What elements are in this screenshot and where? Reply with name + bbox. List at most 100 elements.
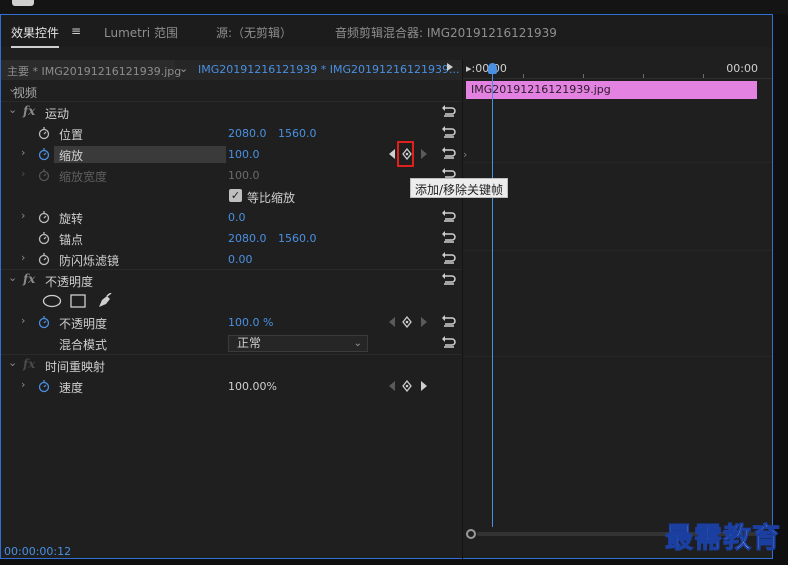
property-anchor-label: 锚点	[59, 233, 84, 247]
property-opacity: › 不透明度 100.0 %	[1, 312, 462, 333]
timeline-row-line	[463, 162, 772, 163]
play-icon[interactable]	[447, 63, 453, 71]
current-timecode[interactable]: 00:00:00:12	[4, 545, 71, 558]
reset-icon[interactable]	[442, 209, 456, 223]
keyframe-tooltip: 添加/移除关键帧	[410, 178, 509, 198]
position-x-value[interactable]: 2080.0	[228, 127, 267, 140]
collapse-icon[interactable]: ⌄	[8, 271, 17, 284]
reset-icon[interactable]	[442, 335, 456, 349]
property-opacity-label: 不透明度	[59, 317, 108, 331]
property-list: ⌄ 视频 ⌄ fx 运动 位置 2080.0 1560.0 › 缩放 100.0	[1, 81, 462, 559]
reset-icon[interactable]	[442, 104, 456, 118]
expand-icon[interactable]: ›	[21, 251, 25, 264]
playhead-handle[interactable]	[488, 63, 497, 74]
timeline-clip[interactable]: IMG20191216121939.jpg	[466, 81, 757, 99]
collapse-icon[interactable]: ⌄	[8, 103, 17, 116]
prev-keyframe-icon[interactable]	[388, 380, 396, 392]
stopwatch-icon[interactable]	[38, 210, 50, 224]
expand-icon[interactable]: ›	[21, 209, 25, 222]
ellipse-mask-icon[interactable]	[42, 294, 62, 308]
add-keyframe-icon[interactable]	[402, 316, 412, 328]
ruler-tick	[523, 74, 524, 78]
uniform-scale-checkbox[interactable]: ✓	[229, 189, 242, 202]
reset-icon[interactable]	[442, 251, 456, 265]
blend-mode-dropdown[interactable]: 正常 ⌄	[228, 335, 368, 352]
prev-keyframe-icon[interactable]	[388, 316, 396, 328]
anchor-y-value[interactable]: 1560.0	[278, 232, 317, 245]
blend-mode-value: 正常	[237, 336, 262, 350]
zoom-handle[interactable]	[466, 529, 476, 539]
app-mark	[12, 0, 34, 6]
property-blend-mode: 混合模式 正常 ⌄	[1, 333, 462, 354]
property-scale: › 缩放 100.0	[1, 144, 462, 165]
timeline-row-line	[463, 250, 772, 251]
stopwatch-icon[interactable]	[38, 315, 50, 329]
sequence-clip-label[interactable]: IMG20191216121939 * IMG20191216121939...	[198, 63, 459, 76]
stopwatch-icon[interactable]	[38, 379, 50, 393]
panel-menu-icon[interactable]: ≡	[71, 24, 81, 38]
prev-keyframe-icon[interactable]	[388, 148, 396, 160]
effect-opacity: ⌄ fx 不透明度	[1, 270, 462, 291]
watermark-logo: 最需教育	[664, 521, 782, 555]
stopwatch-icon[interactable]	[38, 147, 50, 161]
time-ruler[interactable]: ▸:00:00 00:00	[463, 59, 772, 79]
chevron-down-icon[interactable]: ⌄	[179, 62, 188, 75]
property-antiflicker: › 防闪烁滤镜 0.00	[1, 249, 462, 270]
property-blend-mode-label: 混合模式	[59, 338, 108, 352]
reset-icon[interactable]	[442, 272, 456, 286]
rectangle-mask-icon[interactable]	[70, 294, 86, 308]
next-keyframe-icon[interactable]	[420, 380, 428, 392]
expand-icon: ›	[463, 148, 468, 161]
effect-motion-label: 运动	[45, 107, 70, 121]
next-keyframe-icon[interactable]	[420, 148, 428, 160]
reset-icon[interactable]	[442, 125, 456, 139]
master-clip-label[interactable]: 主要 * IMG20191216121939.jpg	[1, 60, 181, 80]
stopwatch-icon[interactable]	[38, 231, 50, 245]
fx-icon[interactable]: fx	[23, 272, 35, 286]
section-video: ⌄ 视频	[1, 81, 462, 102]
property-position: 位置 2080.0 1560.0	[1, 123, 462, 144]
expand-icon[interactable]: ›	[21, 378, 25, 391]
ruler-tick	[703, 74, 704, 78]
section-video-label: 视频	[13, 86, 38, 100]
tab-lumetri-scopes[interactable]: Lumetri 范围	[104, 24, 178, 41]
tab-audio-clip-mixer[interactable]: 音频剪辑混合器: IMG20191216121939	[335, 24, 557, 41]
antiflicker-value[interactable]: 0.00	[228, 253, 253, 266]
stopwatch-icon[interactable]	[38, 126, 50, 140]
reset-icon[interactable]	[442, 230, 456, 244]
rotation-value[interactable]: 0.0	[228, 211, 246, 224]
anchor-x-value[interactable]: 2080.0	[228, 232, 267, 245]
next-keyframe-icon[interactable]	[420, 316, 428, 328]
speed-value[interactable]: 100.00%	[228, 380, 277, 393]
scale-value[interactable]: 100.0	[228, 148, 260, 161]
uniform-scale-label: 等比缩放	[247, 191, 296, 205]
playhead[interactable]	[488, 63, 497, 533]
property-rotation: › 旋转 0.0	[1, 207, 462, 228]
position-y-value[interactable]: 1560.0	[278, 127, 317, 140]
add-keyframe-icon[interactable]	[402, 380, 412, 392]
tab-effect-controls[interactable]: 效果控件	[11, 24, 60, 48]
mask-tools	[1, 291, 462, 312]
stopwatch-icon[interactable]	[38, 252, 50, 266]
reset-icon[interactable]	[442, 146, 456, 160]
status-bar: 00:00:00:12	[1, 545, 462, 559]
effect-opacity-label: 不透明度	[45, 275, 94, 289]
scale-width-value: 100.0	[228, 169, 260, 182]
pen-mask-icon[interactable]	[97, 293, 113, 309]
property-anchor-point: 锚点 2080.0 1560.0	[1, 228, 462, 249]
ruler-end-time: 00:00	[726, 62, 758, 75]
effect-time-remap: ⌄ fx 时间重映射	[1, 355, 462, 376]
collapse-icon[interactable]: ⌄	[8, 356, 17, 369]
tab-source[interactable]: 源:（无剪辑）	[216, 24, 292, 41]
fx-icon: fx	[23, 357, 36, 371]
expand-icon[interactable]: ›	[21, 146, 25, 159]
expand-icon[interactable]: ›	[21, 314, 25, 327]
reset-icon[interactable]	[442, 314, 456, 328]
fx-icon[interactable]: fx	[23, 104, 35, 118]
opacity-value[interactable]: 100.0 %	[228, 316, 273, 329]
ruler-tick	[583, 74, 584, 78]
title-strip	[0, 0, 788, 14]
ruler-start-time: ▸:00:00	[466, 62, 507, 75]
property-scale-width-label: 缩放宽度	[59, 170, 108, 184]
stopwatch-icon	[38, 169, 50, 182]
